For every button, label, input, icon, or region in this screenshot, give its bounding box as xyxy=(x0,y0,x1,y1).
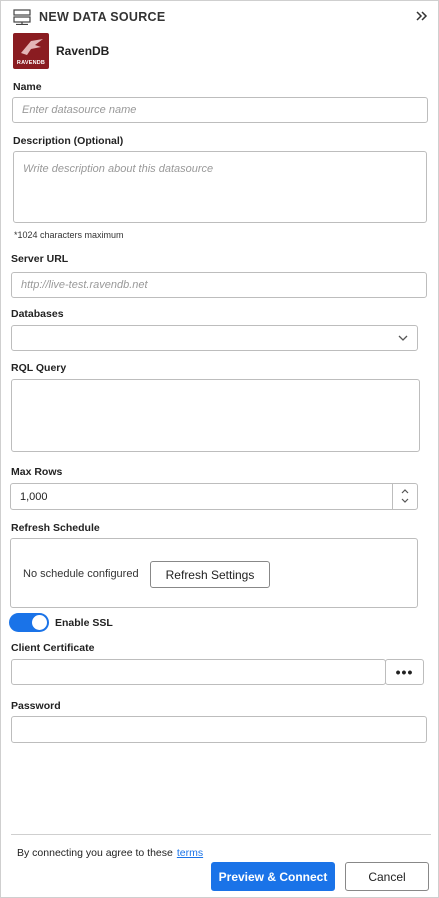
panel-title: NEW DATA SOURCE xyxy=(39,10,166,24)
databases-select[interactable] xyxy=(11,325,418,351)
refresh-schedule-box: No schedule configured Refresh Settings xyxy=(10,538,418,608)
client-certificate-input[interactable] xyxy=(11,659,386,685)
footer-divider xyxy=(11,834,431,835)
client-certificate-label: Client Certificate xyxy=(11,642,95,654)
chevron-down-icon xyxy=(397,332,409,344)
server-url-input[interactable]: http://live-test.ravendb.net xyxy=(11,272,427,298)
name-label: Name xyxy=(13,81,42,93)
refresh-schedule-label: Refresh Schedule xyxy=(11,522,100,534)
server-url-label: Server URL xyxy=(11,253,69,265)
double-chevron-right-icon[interactable] xyxy=(415,9,429,25)
refresh-settings-button[interactable]: Refresh Settings xyxy=(150,561,270,588)
server-icon xyxy=(13,9,31,26)
enable-ssl-toggle[interactable] xyxy=(9,613,49,632)
terms-agreement: By connecting you agree to these terms xyxy=(17,847,203,859)
logo-text: RAVENDB xyxy=(16,60,46,66)
rql-query-label: RQL Query xyxy=(11,362,67,374)
rql-query-textarea[interactable] xyxy=(11,379,420,452)
max-rows-stepper[interactable] xyxy=(392,484,417,509)
databases-label: Databases xyxy=(11,308,64,320)
server-url-placeholder: http://live-test.ravendb.net xyxy=(21,279,148,291)
description-textarea[interactable]: Write description about this datasource xyxy=(13,151,427,223)
cancel-button[interactable]: Cancel xyxy=(345,862,429,891)
max-rows-input[interactable]: 1,000 xyxy=(10,483,418,510)
password-input[interactable] xyxy=(11,716,427,743)
agree-text: By connecting you agree to these xyxy=(17,847,173,859)
toggle-knob xyxy=(32,615,47,630)
max-rows-label: Max Rows xyxy=(11,466,63,478)
provider-name: RavenDB xyxy=(56,44,110,58)
new-data-source-panel: NEW DATA SOURCE RAVENDB RavenDB Name Ent… xyxy=(0,0,439,898)
terms-link[interactable]: terms xyxy=(177,847,203,859)
schedule-status: No schedule configured xyxy=(23,568,139,580)
description-placeholder: Write description about this datasource xyxy=(23,163,214,175)
chevron-up-icon[interactable] xyxy=(400,487,410,497)
panel-header: NEW DATA SOURCE xyxy=(13,7,429,27)
chevron-down-icon[interactable] xyxy=(400,497,410,507)
enable-ssl-label: Enable SSL xyxy=(55,617,113,629)
provider-brand: RAVENDB RavenDB xyxy=(13,33,109,69)
name-placeholder: Enter datasource name xyxy=(22,104,137,116)
max-rows-value: 1,000 xyxy=(20,490,48,503)
password-label: Password xyxy=(11,700,61,712)
name-input[interactable]: Enter datasource name xyxy=(12,97,428,123)
description-label: Description (Optional) xyxy=(13,135,124,147)
preview-connect-button[interactable]: Preview & Connect xyxy=(211,862,335,891)
ravendb-logo: RAVENDB xyxy=(13,33,49,69)
browse-certificate-button[interactable]: ••• xyxy=(385,659,424,685)
description-char-note: *1024 characters maximum xyxy=(14,230,124,240)
